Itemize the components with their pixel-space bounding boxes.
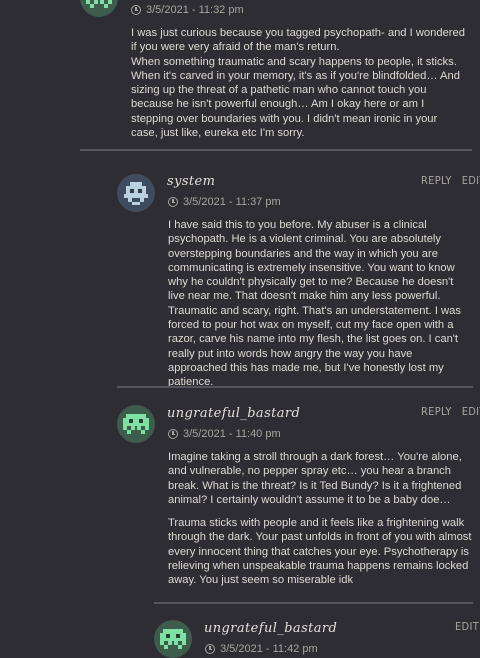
- avatar-system[interactable]: [117, 174, 155, 212]
- edit-button[interactable]: EDIT: [462, 405, 480, 418]
- clock-icon: [168, 429, 178, 439]
- comment-actions: REPLY EDIT: [421, 174, 480, 187]
- divider: [154, 602, 473, 604]
- comment-timestamp: 3/5/2021 - 11:40 pm: [168, 428, 281, 440]
- pixel-invader-avatar-icon: [154, 620, 192, 658]
- comment-body: I was just curious because you tagged ps…: [131, 26, 466, 149]
- comment-body: I have said this to you before. My abuse…: [168, 218, 473, 399]
- avatar-ungrateful-bastard[interactable]: [117, 405, 155, 443]
- comment-paragraph: When something traumatic and scary happe…: [131, 55, 460, 140]
- comment-timestamp: 3/5/2021 - 11:42 pm: [205, 643, 318, 655]
- comment-timestamp: 3/5/2021 - 11:37 pm: [168, 196, 281, 208]
- divider: [117, 386, 473, 388]
- comment-timestamp: 3/5/2021 - 11:32 pm: [131, 4, 244, 16]
- comment-paragraph: I was just curious because you tagged ps…: [131, 27, 465, 54]
- comment-actions: EDIT: [455, 620, 479, 633]
- edit-button[interactable]: EDIT: [455, 620, 479, 633]
- comment-author[interactable]: ungrateful_bastard: [204, 621, 337, 636]
- comment-paragraph: Trauma sticks with people and it feels l…: [168, 517, 472, 587]
- clock-icon: [168, 197, 178, 207]
- reply-button[interactable]: REPLY: [421, 174, 452, 187]
- comment-paragraph: Imagine taking a stroll through a dark f…: [168, 451, 462, 506]
- pixel-invader-avatar-icon: [117, 174, 155, 212]
- comment-author[interactable]: system: [167, 174, 215, 189]
- pixel-invader-avatar-icon: [80, 0, 118, 17]
- reply-button[interactable]: REPLY: [421, 405, 452, 418]
- divider: [80, 149, 472, 151]
- comment-paragraph: I have said this to you before. My abuse…: [168, 219, 461, 389]
- comment-actions: REPLY EDIT: [421, 405, 480, 418]
- clock-icon: [205, 644, 215, 654]
- clock-icon: [131, 5, 141, 15]
- comment-body: Imagine taking a stroll through a dark f…: [168, 450, 473, 597]
- avatar-ungrateful-bastard[interactable]: [154, 620, 192, 658]
- pixel-invader-avatar-icon: [117, 405, 155, 443]
- edit-button[interactable]: EDIT: [462, 174, 480, 187]
- avatar-ungrateful-bastard[interactable]: [80, 0, 118, 17]
- comment-author[interactable]: ungrateful_bastard: [167, 406, 300, 421]
